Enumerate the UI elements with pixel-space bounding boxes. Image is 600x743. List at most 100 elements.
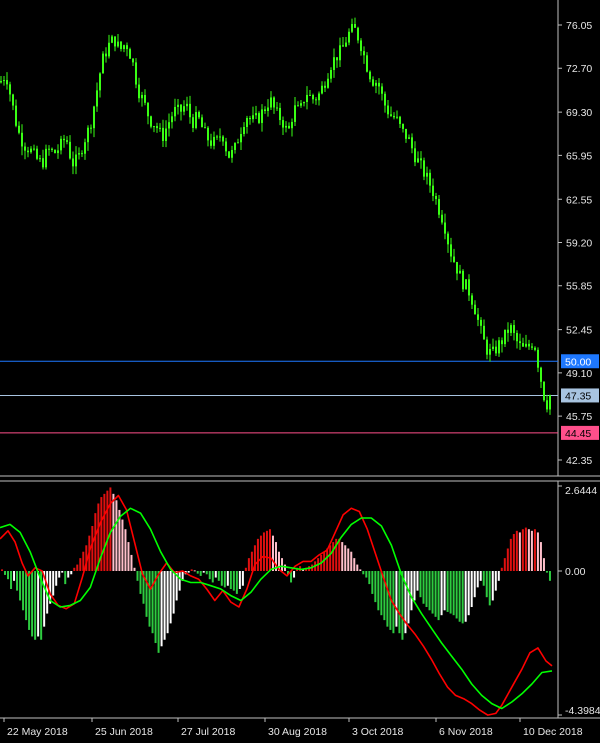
histogram-bar: [374, 571, 377, 603]
candle-body: [30, 148, 32, 153]
candle-body: [462, 270, 464, 290]
candle-body: [507, 329, 509, 333]
price-level-badges: 50.00 47.35 44.45: [561, 354, 599, 440]
candle-body: [240, 133, 242, 143]
candle-body: [195, 112, 197, 128]
candle-body: [237, 142, 239, 144]
histogram-bar: [524, 527, 527, 571]
candle-body: [102, 53, 104, 74]
candle-body: [75, 154, 77, 167]
candle-body: [528, 343, 530, 347]
candle-body: [414, 148, 416, 163]
histogram-bar: [425, 571, 428, 608]
histogram-bar: [398, 571, 401, 634]
candle-body: [192, 117, 194, 128]
candle-body: [261, 109, 263, 123]
histogram-bar: [494, 571, 497, 591]
histogram-bar: [458, 571, 461, 622]
histogram-bar: [377, 571, 380, 611]
histogram-bar: [329, 545, 332, 571]
histogram-bar: [473, 571, 476, 598]
histogram-bar: [497, 571, 500, 581]
candle-body: [435, 195, 437, 200]
histogram-bar: [4, 571, 7, 575]
histogram-bar: [437, 571, 440, 621]
candle-body: [207, 127, 209, 141]
candle-body: [129, 49, 131, 59]
histogram-bar: [256, 538, 259, 571]
candle-body: [15, 105, 17, 126]
histogram-bar: [208, 571, 211, 580]
histogram-bar: [350, 551, 353, 571]
histogram-bar: [214, 571, 217, 578]
candle-body: [234, 143, 236, 151]
candle-body: [486, 339, 488, 355]
price-tick-label: 52.45: [566, 325, 592, 337]
candle-body: [378, 82, 380, 87]
histogram-bar: [362, 571, 365, 575]
candle-body: [315, 99, 317, 101]
candle-body: [291, 121, 293, 129]
candle-body: [441, 214, 443, 223]
candle-body: [18, 125, 20, 133]
candle-body: [216, 136, 218, 138]
histogram-bar: [491, 571, 494, 601]
candle-body: [348, 31, 350, 43]
candle-body: [522, 343, 524, 347]
histogram-bar: [13, 571, 16, 581]
histogram-bar: [229, 571, 232, 590]
candle-body: [189, 103, 191, 118]
histogram-bar: [530, 530, 533, 571]
candle-body: [498, 340, 500, 354]
histogram-bar: [106, 490, 109, 571]
candle-body: [201, 117, 203, 128]
histogram-bar: [271, 535, 274, 571]
histogram-bar: [61, 571, 64, 573]
candle-body: [513, 325, 515, 333]
candle-body: [120, 41, 122, 49]
histogram-bar: [250, 551, 253, 571]
histogram-bar: [238, 571, 241, 590]
chart-background: [0, 0, 600, 743]
candle-body: [423, 160, 425, 177]
candle-body: [174, 106, 176, 117]
candle-body: [447, 233, 449, 245]
histogram-bar: [124, 529, 127, 571]
candle-body: [294, 105, 296, 122]
candle-body: [93, 106, 95, 129]
histogram-bar: [133, 567, 136, 571]
candle-body: [408, 137, 410, 139]
histogram-bar: [449, 571, 452, 614]
histogram-bar: [419, 571, 422, 598]
candle-body: [117, 41, 119, 47]
histogram-bar: [103, 493, 106, 571]
candle-body: [147, 102, 149, 117]
candle-body: [468, 279, 470, 296]
histogram-bar: [220, 571, 223, 586]
histogram-bar: [37, 571, 40, 637]
histogram-bar: [482, 571, 485, 586]
histogram-bar: [244, 567, 247, 571]
candle-body: [249, 117, 251, 120]
histogram-bar: [100, 497, 103, 571]
histogram-bar: [193, 570, 196, 572]
histogram-bar: [428, 571, 431, 611]
candle-body: [21, 132, 23, 147]
candle-body: [339, 45, 341, 61]
candle-body: [168, 122, 170, 129]
candle-body: [138, 84, 140, 99]
candle-body: [345, 42, 347, 47]
histogram-bar: [479, 571, 482, 581]
candle-body: [510, 325, 512, 333]
histogram-bar: [410, 571, 413, 611]
candle-body: [450, 244, 452, 257]
candle-body: [156, 126, 158, 129]
price-tick-label: 42.35: [566, 455, 592, 467]
candle-body: [306, 94, 308, 102]
histogram-bar: [259, 535, 262, 571]
price-tick-label: 49.10: [566, 368, 592, 380]
candle-body: [0, 81, 2, 83]
candle-body: [381, 86, 383, 94]
histogram-bar: [368, 571, 371, 585]
candle-body: [84, 142, 86, 154]
